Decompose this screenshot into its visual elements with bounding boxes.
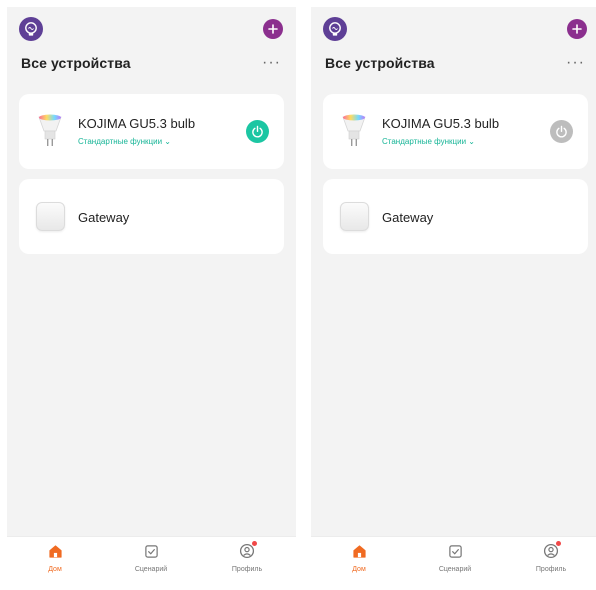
tab-scenes[interactable]: Сценарий (425, 542, 485, 573)
bottom-tab-bar: Дом Сценарий Профиль (311, 536, 596, 585)
device-card-bulb[interactable]: KOJIMA GU5.3 bulb Стандартные функции ⌄ (19, 94, 284, 169)
device-name: Gateway (382, 210, 434, 225)
standard-functions-link[interactable]: Стандартные функции ⌄ (382, 137, 475, 146)
add-device-button[interactable] (567, 19, 587, 39)
chevron-down-icon: ⌄ (468, 137, 475, 146)
tab-profile[interactable]: Профиль (217, 541, 277, 573)
tab-scenes[interactable]: Сценарий (121, 542, 181, 573)
notification-dot (252, 541, 257, 546)
power-toggle-button[interactable] (550, 120, 573, 143)
screen-left: Все устройства ··· KOJIMA GU5.3 bulb Ста… (7, 7, 296, 585)
plus-icon (572, 24, 582, 34)
device-card-gateway[interactable]: Gateway (19, 179, 284, 254)
checkbox-icon (144, 544, 158, 558)
gu53-bulb-icon (38, 114, 62, 146)
tab-scenes-label: Сценарий (438, 566, 472, 573)
bottom-tab-bar: Дом Сценарий Профиль (7, 536, 296, 585)
device-name: KOJIMA GU5.3 bulb (382, 116, 500, 131)
page-title: Все устройства (325, 55, 435, 71)
standard-functions-link[interactable]: Стандартные функции ⌄ (78, 137, 171, 146)
header: Все устройства ··· (311, 7, 596, 87)
page-title: Все устройства (21, 55, 131, 71)
functions-label: Стандартные функции (382, 137, 467, 146)
tab-profile-label: Профиль (231, 566, 263, 573)
smart-bulb-avatar-icon[interactable] (323, 17, 347, 41)
tab-home-label: Дом (352, 566, 366, 573)
notification-dot (556, 541, 561, 546)
more-options-button[interactable]: ··· (566, 54, 585, 72)
tab-home[interactable]: Дом (25, 542, 85, 573)
power-toggle-button[interactable] (246, 120, 269, 143)
device-card-bulb[interactable]: KOJIMA GU5.3 bulb Стандартные функции ⌄ (323, 94, 588, 169)
device-name: KOJIMA GU5.3 bulb (78, 116, 196, 131)
header: Все устройства ··· (7, 7, 296, 87)
device-card-gateway[interactable]: Gateway (323, 179, 588, 254)
tab-profile[interactable]: Профиль (521, 541, 581, 573)
screen-right: Все устройства ··· KOJIMA GU5.3 bulb Ста… (311, 7, 596, 585)
tab-scenes-label: Сценарий (134, 566, 168, 573)
gateway-icon (36, 202, 65, 231)
functions-label: Стандартные функции (78, 137, 163, 146)
tab-home-label: Дом (48, 566, 62, 573)
plus-icon (268, 24, 278, 34)
home-icon (48, 544, 62, 558)
more-options-button[interactable]: ··· (262, 54, 281, 72)
chevron-down-icon: ⌄ (164, 137, 171, 146)
power-icon (252, 125, 263, 138)
smart-bulb-avatar-icon[interactable] (19, 17, 43, 41)
add-device-button[interactable] (263, 19, 283, 39)
home-icon (352, 544, 366, 558)
tab-profile-label: Профиль (535, 566, 567, 573)
checkbox-icon (448, 544, 462, 558)
gu53-bulb-icon (342, 114, 366, 146)
power-icon (556, 125, 567, 138)
gateway-icon (340, 202, 369, 231)
tab-home[interactable]: Дом (329, 542, 389, 573)
device-name: Gateway (78, 210, 130, 225)
